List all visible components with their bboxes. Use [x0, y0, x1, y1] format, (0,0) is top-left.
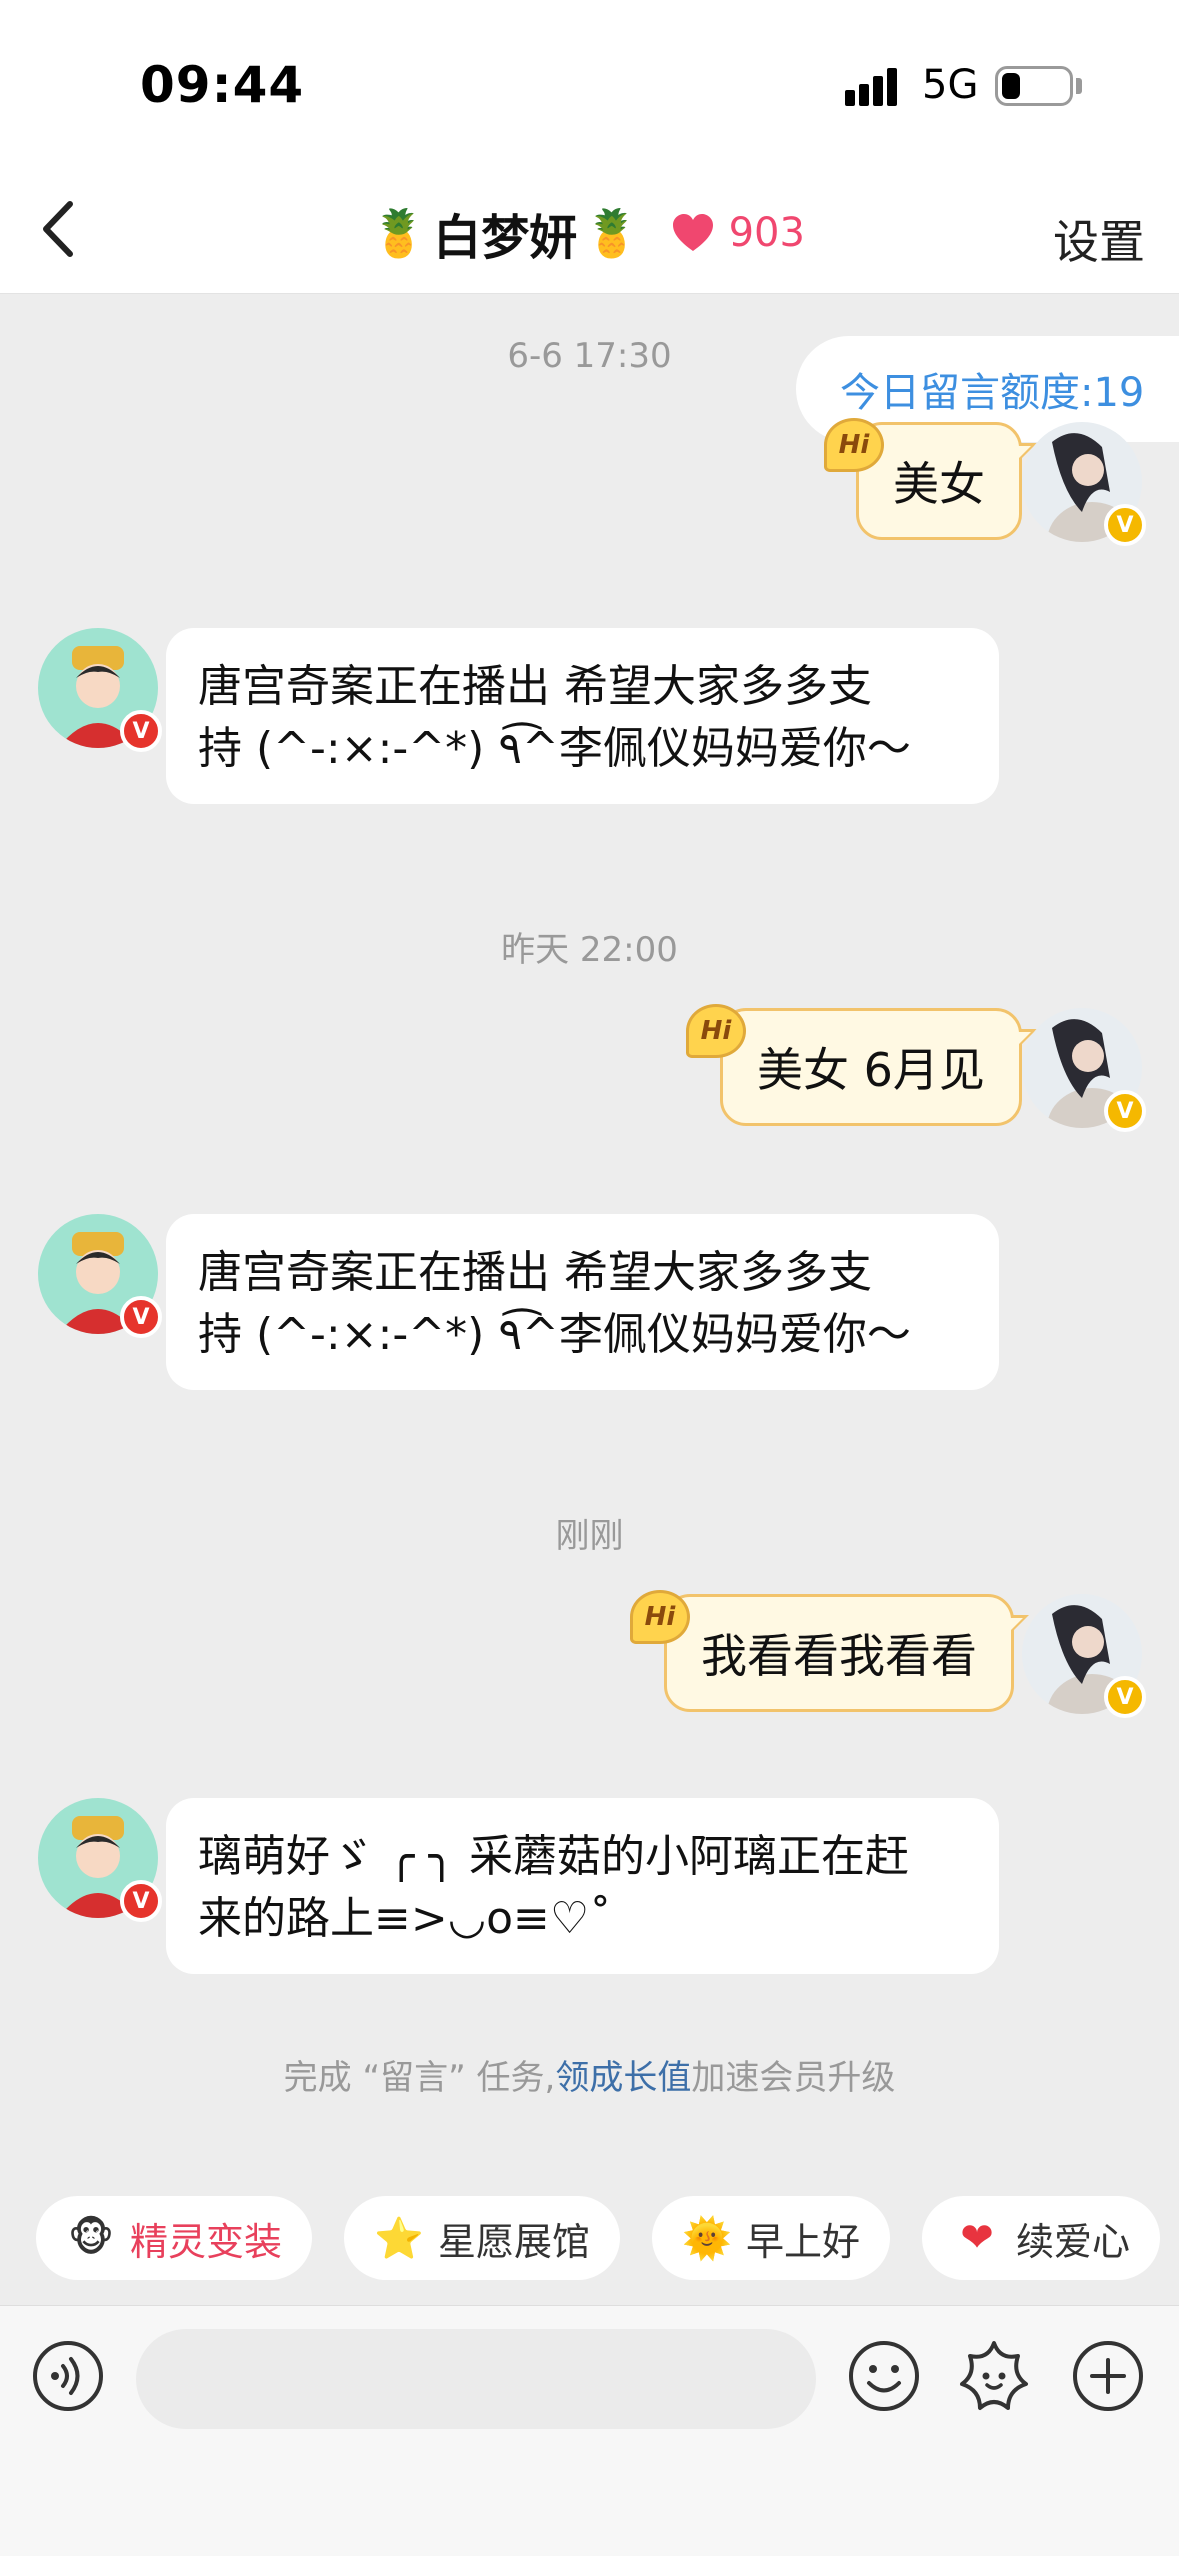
- incoming-message[interactable]: 唐宫奇案正在播出 希望大家多多支 持 (^-:×:-^*) ٩͡^李佩仪妈妈爱你…: [166, 1214, 999, 1390]
- verified-badge-icon: V: [120, 1296, 162, 1338]
- chip-renew-heart[interactable]: ❤ 续爱心: [922, 2196, 1161, 2280]
- outgoing-message[interactable]: 我看看我看看: [664, 1594, 1029, 1712]
- message-text-line: 唐宫奇案正在播出 希望大家多多支: [198, 661, 872, 712]
- chip-good-morning[interactable]: 🌞 早上好: [652, 2196, 891, 2280]
- heart-icon: ❤: [960, 2215, 994, 2261]
- outgoing-message[interactable]: 美女 6月见: [720, 1008, 1037, 1126]
- verified-badge-icon: V: [1104, 1676, 1146, 1718]
- message-text: 我看看我看看: [701, 1629, 977, 1683]
- verified-badge-icon: V: [120, 710, 162, 752]
- verified-badge-icon: V: [1104, 504, 1146, 546]
- pineapple-icon: 🍍: [370, 206, 428, 260]
- contact-name: 白梦妍: [433, 210, 578, 266]
- incoming-message[interactable]: 唐宫奇案正在播出 希望大家多多支 持 (^-:×:-^*) ٩͡^李佩仪妈妈爱你…: [166, 628, 999, 804]
- plus-icon[interactable]: [1070, 2338, 1146, 2414]
- settings-button[interactable]: 设置: [1053, 206, 1145, 272]
- status-time: 09:44: [140, 56, 305, 114]
- hi-badge-icon: Hi: [686, 1004, 746, 1058]
- nav-bar: 🍍 白梦妍 🍍 903 设置: [0, 170, 1179, 294]
- message-text-line: 来的路上≡>◡o≡♡˚: [198, 1893, 612, 1944]
- incoming-message[interactable]: 璃萌好ゞ ╭ ╮ 采蘑菇的小阿璃正在赶 来的路上≡>◡o≡♡˚: [166, 1798, 999, 1974]
- timestamp: 昨天 22:00: [501, 930, 678, 970]
- timestamp: 6-6 17:30: [507, 336, 672, 376]
- growth-value-link[interactable]: 领成长值: [555, 2058, 691, 2098]
- contact-avatar[interactable]: V: [38, 1214, 162, 1338]
- status-bar: 09:44 5G: [0, 0, 1179, 170]
- timestamp: 刚刚: [555, 1516, 624, 1556]
- heart-icon: [672, 214, 713, 251]
- back-chevron-icon[interactable]: [30, 194, 90, 264]
- message-input[interactable]: [136, 2329, 816, 2429]
- message-text-line: 持 (^-:×:-^*) ٩͡^李佩仪妈妈爱你～: [198, 1309, 911, 1360]
- chip-label: 早上好: [746, 2219, 861, 2264]
- voice-icon[interactable]: [30, 2338, 106, 2414]
- intimacy-count: 903: [728, 210, 805, 256]
- chat-title[interactable]: 🍍 白梦妍 🍍 903: [370, 198, 805, 268]
- quick-action-bar: 🐵 精灵变装 ⭐ 星愿展馆 🌞 早上好 ❤ 续爱心: [0, 2196, 1179, 2280]
- message-text-line: 持 (^-:×:-^*) ٩͡^李佩仪妈妈爱你～: [198, 723, 911, 774]
- emoji-icon[interactable]: [846, 2338, 922, 2414]
- monkey-icon: 🐵: [67, 2215, 115, 2261]
- task-hint: 完成 “留言” 任务,领成长值加速会员升级: [283, 2058, 896, 2098]
- my-avatar[interactable]: V: [1022, 1594, 1146, 1718]
- verified-badge-icon: V: [120, 1880, 162, 1922]
- verified-badge-icon: V: [1104, 1090, 1146, 1132]
- chip-label: 星愿展馆: [438, 2219, 591, 2264]
- chip-label: 续爱心: [1016, 2219, 1131, 2264]
- message-text: 美女 6月见: [757, 1043, 985, 1097]
- star-icon: ⭐: [374, 2215, 424, 2262]
- hi-badge-icon: Hi: [630, 1590, 690, 1644]
- hi-badge-icon: Hi: [824, 418, 884, 472]
- network-label: 5G: [922, 62, 979, 108]
- chip-label: 精灵变装: [130, 2219, 283, 2264]
- input-bar: [0, 2305, 1179, 2556]
- sticker-icon[interactable]: [956, 2338, 1032, 2414]
- battery-icon: [995, 66, 1073, 106]
- message-text: 美女: [893, 457, 985, 511]
- message-text-line: 璃萌好ゞ ╭ ╮ 采蘑菇的小阿璃正在赶: [198, 1831, 909, 1882]
- sun-icon: 🌞: [682, 2215, 732, 2262]
- contact-avatar[interactable]: V: [38, 1798, 162, 1922]
- pineapple-icon: 🍍: [583, 206, 641, 260]
- message-text-line: 唐宫奇案正在播出 希望大家多多支: [198, 1247, 872, 1298]
- chip-star-wish[interactable]: ⭐ 星愿展馆: [344, 2196, 621, 2280]
- signal-icon: [845, 66, 905, 106]
- my-avatar[interactable]: V: [1022, 1008, 1146, 1132]
- my-avatar[interactable]: V: [1022, 422, 1146, 546]
- chip-sprite-dressup[interactable]: 🐵 精灵变装: [36, 2196, 313, 2280]
- contact-avatar[interactable]: V: [38, 628, 162, 752]
